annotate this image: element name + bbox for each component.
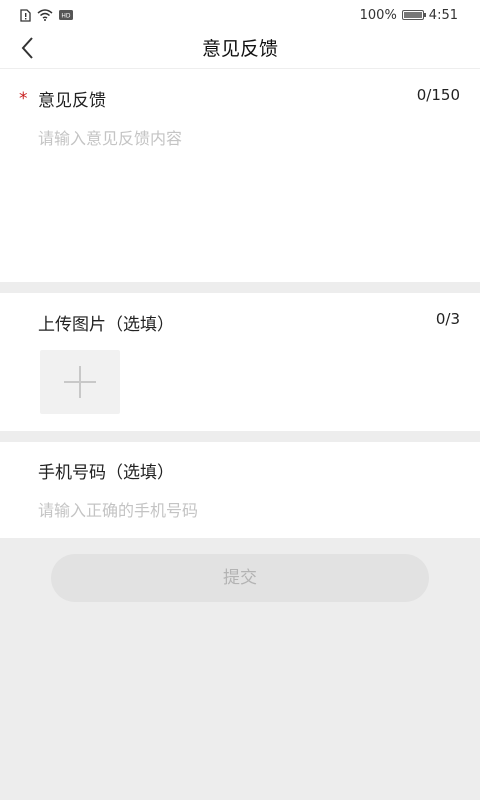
hd-badge-icon: HD [59,10,73,20]
upload-label: 上传图片（选填） [38,315,174,335]
sim-alert-icon [20,8,31,22]
battery-fill [403,12,422,18]
phone-placeholder: 请输入正确的手机号码 [38,501,199,520]
required-asterisk: * [19,89,28,109]
page-title: 意见反馈 [201,38,278,60]
navigation-bar: 意见反馈 [0,30,480,69]
phone-input[interactable]: 请输入正确的手机号码 [30,492,460,526]
clock: 4:51 [428,7,458,23]
battery-percent: 100% [359,7,397,23]
wifi-icon [37,9,53,21]
upload-section: 上传图片（选填） 0/3 [0,293,480,431]
submit-button[interactable]: 提交 [51,554,429,602]
feedback-placeholder: 请输入意见反馈内容 [38,129,183,148]
status-icons-right: 100% 4:51 [360,6,458,24]
add-image-button[interactable] [40,350,120,414]
feedback-label: 意见反馈 [38,91,106,111]
phone-section: 手机号码（选填） 请输入正确的手机号码 [0,442,480,538]
plus-icon-vertical [79,366,81,398]
feedback-section: * 意见反馈 0/150 请输入意见反馈内容 [0,69,480,282]
svg-text:HD: HD [61,13,71,20]
status-bar: HD 100% 4:51 [0,0,480,30]
phone-label: 手机号码（选填） [38,463,174,483]
upload-counter: 0/3 [435,310,460,328]
status-icons-left: HD [20,8,73,22]
battery-icon [401,10,426,20]
feedback-char-counter: 0/150 [416,86,460,104]
feedback-textarea[interactable]: 请输入意见反馈内容 [30,119,460,269]
